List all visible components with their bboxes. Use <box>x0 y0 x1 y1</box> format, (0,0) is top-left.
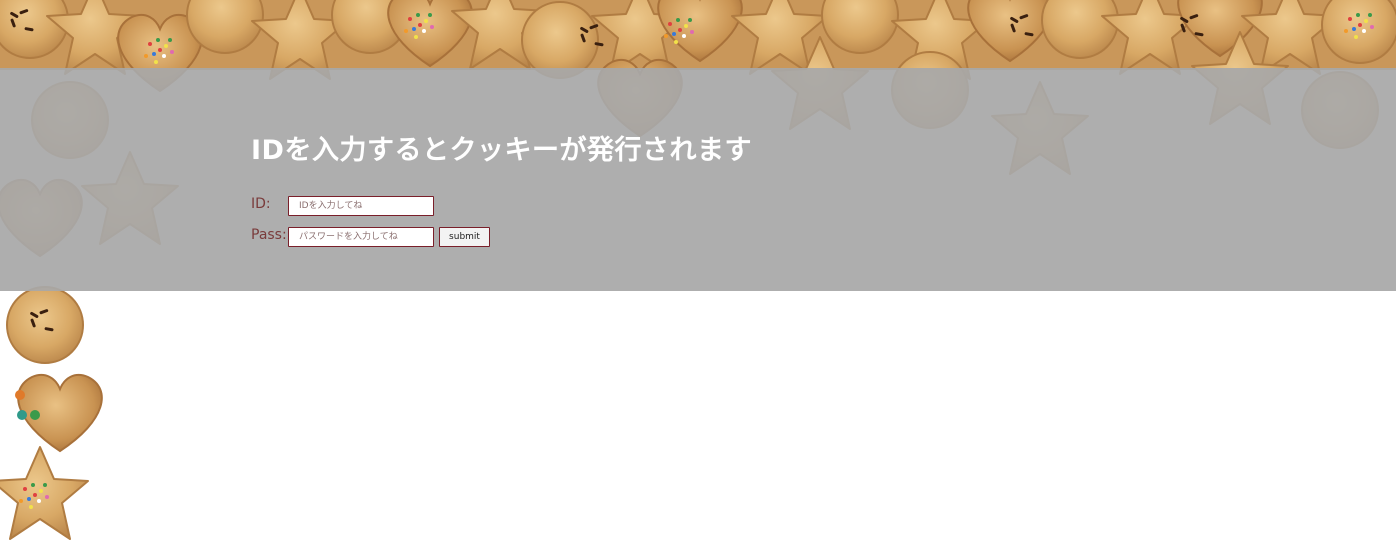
password-input[interactable] <box>288 227 434 247</box>
page: IDを入力するとクッキーが発行されます ID: Pass: submit <box>0 0 1396 560</box>
header-band <box>0 68 1396 291</box>
pass-label: Pass: <box>251 227 287 243</box>
id-input[interactable] <box>288 196 434 216</box>
id-label: ID: <box>251 196 271 212</box>
submit-button[interactable]: submit <box>439 227 490 247</box>
login-form: ID: Pass: submit <box>251 194 511 254</box>
page-title: IDを入力するとクッキーが発行されます <box>251 135 752 166</box>
